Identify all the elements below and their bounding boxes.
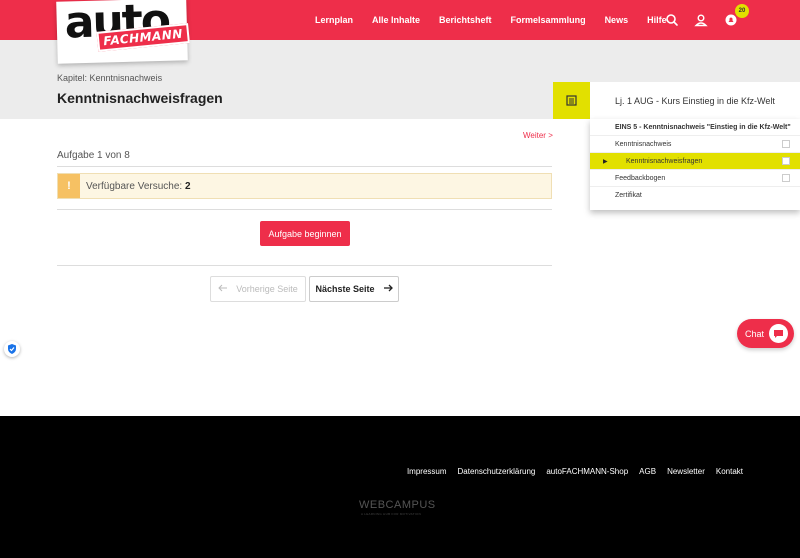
- completion-checkbox: [782, 140, 790, 148]
- course-item-feedbackbogen[interactable]: Feedbackbogen: [590, 170, 800, 187]
- course-panel-header[interactable]: Lj. 1 AUG - Kurs Einstieg in die Kfz-Wel…: [553, 82, 800, 119]
- completion-checkbox: [782, 157, 790, 165]
- course-list-icon[interactable]: [553, 82, 590, 119]
- course-section-header[interactable]: EINS 5 - Kenntnisnachweis "Einstieg in d…: [590, 119, 800, 136]
- webcampus-logo: WEBCAMPUS: [359, 499, 436, 511]
- search-icon[interactable]: [664, 12, 680, 28]
- course-section-label: EINS 5 - Kenntnisnachweis "Einstieg in d…: [615, 123, 791, 131]
- divider: [57, 265, 552, 266]
- user-icon[interactable]: [693, 12, 709, 28]
- warning-icon: !: [58, 174, 80, 198]
- breadcrumb[interactable]: Kapitel: Kenntnisnachweis: [57, 73, 162, 83]
- nav-item-lernplan[interactable]: Lernplan: [315, 15, 353, 25]
- completion-checkbox: [782, 174, 790, 182]
- course-item-label: Zertifikat: [615, 192, 642, 199]
- play-icon: ▶: [603, 158, 608, 165]
- footer-link-shop[interactable]: autoFACHMANN-Shop: [546, 467, 628, 476]
- attempts-alert: ! Verfügbare Versuche: 2: [57, 173, 552, 199]
- nav-item-formelsammlung[interactable]: Formelsammlung: [511, 15, 586, 25]
- footer: Impressum Datenschutzerklärung autoFACHM…: [0, 416, 800, 558]
- next-link[interactable]: Weiter >: [523, 131, 553, 140]
- attempts-text: Verfügbare Versuche: 2: [86, 181, 191, 192]
- nav-item-alle-inhalte[interactable]: Alle Inhalte: [372, 15, 420, 25]
- main-nav: Lernplan Alle Inhalte Berichtsheft Forme…: [315, 0, 686, 40]
- next-page-button[interactable]: Nächste Seite: [309, 276, 399, 302]
- next-page-label: Nächste Seite: [315, 284, 375, 294]
- previous-page-button[interactable]: Vorherige Seite: [210, 276, 306, 302]
- course-item-label: Feedbackbogen: [615, 174, 666, 182]
- footer-links: Impressum Datenschutzerklärung autoFACHM…: [407, 467, 743, 476]
- footer-link-agb[interactable]: AGB: [639, 467, 656, 476]
- footer-link-datenschutz[interactable]: Datenschutzerklärung: [458, 467, 536, 476]
- privacy-settings-icon[interactable]: [4, 341, 20, 357]
- footer-link-newsletter[interactable]: Newsletter: [667, 467, 705, 476]
- divider: [57, 166, 552, 167]
- course-item-zertifikat[interactable]: Zertifikat: [590, 187, 800, 204]
- nav-item-news[interactable]: News: [605, 15, 629, 25]
- previous-page-label: Vorherige Seite: [236, 284, 298, 294]
- chat-button[interactable]: Chat: [737, 319, 794, 348]
- divider: [57, 209, 552, 210]
- attempts-label: Verfügbare Versuche:: [86, 181, 183, 192]
- course-item-kenntnisnachweis[interactable]: Kenntnisnachweis: [590, 136, 800, 153]
- chat-label: Chat: [745, 328, 765, 339]
- course-item-label: Kenntnisnachweis: [615, 140, 672, 148]
- course-title: Lj. 1 AUG - Kurs Einstieg in die Kfz-Wel…: [615, 96, 775, 106]
- page-title: Kenntnisnachweisfragen: [57, 90, 223, 106]
- nav-item-berichtsheft[interactable]: Berichtsheft: [439, 15, 492, 25]
- notification-badge: 20: [735, 4, 749, 18]
- course-outline-panel: EINS 5 - Kenntnisnachweis "Einstieg in d…: [590, 119, 800, 210]
- webcampus-tagline: A LEARNING HUB FOR MOTIVATION: [361, 512, 422, 516]
- footer-link-kontakt[interactable]: Kontakt: [716, 467, 743, 476]
- chat-bubble-icon: [769, 324, 788, 343]
- course-item-label: Kenntnisnachweisfragen: [626, 157, 703, 165]
- start-task-button[interactable]: Aufgabe beginnen: [260, 221, 350, 246]
- attempts-value: 2: [184, 181, 191, 192]
- arrow-right-icon: [383, 284, 393, 294]
- autofachmann-logo[interactable]: auto FACHMANN: [56, 0, 190, 64]
- footer-link-impressum[interactable]: Impressum: [407, 467, 447, 476]
- task-counter: Aufgabe 1 von 8: [57, 150, 130, 161]
- course-item-kenntnisnachweisfragen[interactable]: ▶ Kenntnisnachweisfragen: [590, 153, 800, 170]
- arrow-left-icon: [218, 284, 228, 294]
